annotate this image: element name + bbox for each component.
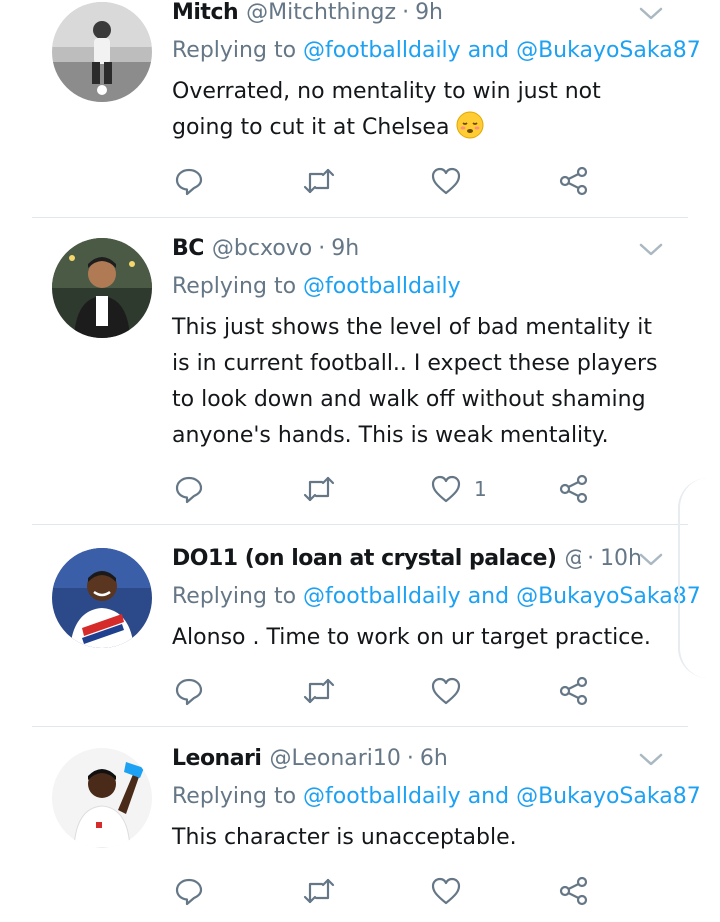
share-button[interactable] <box>558 874 590 908</box>
tweet-divider <box>32 217 688 218</box>
sleepy-face-emoji <box>455 110 485 140</box>
replying-to-line: Replying to @footballdaily and @BukayoSa… <box>172 782 701 812</box>
separator-dot: · <box>318 236 326 261</box>
heart-icon <box>430 676 462 706</box>
retweet-icon <box>302 474 336 504</box>
like-button[interactable] <box>430 674 474 708</box>
timestamp[interactable]: 9h <box>331 234 359 264</box>
mention-joiner[interactable]: and <box>468 784 509 809</box>
timestamp[interactable]: 10h <box>600 544 642 574</box>
heart-icon <box>430 166 462 196</box>
replying-to-label: Replying to <box>172 38 297 63</box>
like-button[interactable] <box>430 164 474 198</box>
display-name[interactable]: BC <box>172 234 204 264</box>
separator-dot: · <box>406 746 414 771</box>
reply-icon <box>174 876 204 906</box>
user-handle[interactable]: @bcxovo <box>212 234 312 264</box>
timestamp[interactable]: 9h <box>415 0 443 28</box>
avatar[interactable] <box>52 548 152 648</box>
heart-icon <box>430 474 462 504</box>
share-button[interactable] <box>558 472 590 506</box>
mention-link[interactable]: @footballdaily <box>303 38 461 63</box>
avatar[interactable] <box>52 748 152 848</box>
retweet-button[interactable] <box>302 674 336 708</box>
replying-to-line: Replying to @footballdaily and @BukayoSa… <box>172 582 701 612</box>
mention-joiner[interactable]: and <box>468 584 509 609</box>
tweet-header: Mitch @Mitchthingz · 9h <box>172 0 642 32</box>
chevron-down-icon[interactable] <box>638 550 664 570</box>
mention-joiner[interactable]: and <box>468 38 509 63</box>
reply-icon <box>174 166 204 196</box>
tweet-divider <box>32 524 688 525</box>
tweet-text-content: This just shows the level of bad mentali… <box>172 315 658 448</box>
retweet-button[interactable] <box>302 164 336 198</box>
like-count: 1 <box>474 477 487 501</box>
tweet-text: Alonso . Time to work on ur target pract… <box>172 620 662 656</box>
tweet-actions <box>0 874 720 908</box>
replying-to-line: Replying to @footballdaily <box>172 272 461 302</box>
tweet-text: Overrated, no mentality to win just not … <box>172 74 662 146</box>
replying-to-label: Replying to <box>172 784 297 809</box>
display-name[interactable]: DO11 (on loan at crystal palace) <box>172 544 557 574</box>
retweet-icon <box>302 676 336 706</box>
retweet-button[interactable] <box>302 874 336 908</box>
replying-to-label: Replying to <box>172 584 297 609</box>
user-handle[interactable]: @Leonari10 <box>269 744 400 774</box>
mention-link[interactable]: @footballdaily <box>303 584 461 609</box>
retweet-icon <box>302 166 336 196</box>
display-name[interactable]: Leonari <box>172 744 262 774</box>
replying-to-label: Replying to <box>172 274 297 299</box>
share-icon <box>558 166 590 196</box>
separator-dot: · <box>402 0 410 25</box>
tweet-text: This just shows the level of bad mentali… <box>172 310 662 454</box>
separator-dot: · <box>587 546 595 571</box>
mention-link[interactable]: @BukayoSaka87 <box>516 38 701 63</box>
mention-link[interactable]: @footballdaily <box>303 274 461 299</box>
avatar[interactable] <box>52 2 152 102</box>
tweet-actions <box>0 674 720 708</box>
tweet-divider <box>32 726 688 727</box>
replying-to-line: Replying to @footballdaily and @BukayoSa… <box>172 36 701 66</box>
reply-icon <box>174 474 204 504</box>
share-button[interactable] <box>558 674 590 708</box>
tweet-actions: 1 <box>0 472 720 506</box>
chevron-down-icon[interactable] <box>638 4 664 24</box>
user-handle[interactable]: @cfc_d... <box>564 544 581 574</box>
mention-link[interactable]: @BukayoSaka87 <box>516 584 701 609</box>
retweet-icon <box>302 876 336 906</box>
chevron-down-icon[interactable] <box>638 240 664 260</box>
tweet-actions <box>0 164 720 198</box>
chevron-down-icon[interactable] <box>638 750 664 770</box>
reply-icon <box>174 676 204 706</box>
mention-link[interactable]: @footballdaily <box>303 784 461 809</box>
like-button[interactable]: 1 <box>430 472 487 506</box>
share-icon <box>558 876 590 906</box>
tweet-text-content: Overrated, no mentality to win just not … <box>172 79 601 140</box>
share-icon <box>558 474 590 504</box>
tweet-header: Leonari @Leonari10 · 6h <box>172 744 642 778</box>
share-button[interactable] <box>558 164 590 198</box>
timestamp[interactable]: 6h <box>420 744 448 774</box>
tweet-text-content: Alonso . Time to work on ur target pract… <box>172 625 651 650</box>
display-name[interactable]: Mitch <box>172 0 239 28</box>
tweet-header: BC @bcxovo · 9h <box>172 234 642 268</box>
reply-button[interactable] <box>174 674 204 708</box>
scroll-edge-indicator[interactable] <box>678 478 718 678</box>
mention-link[interactable]: @BukayoSaka87 <box>516 784 701 809</box>
heart-icon <box>430 876 462 906</box>
tweet-text-content: This character is unacceptable. <box>172 825 517 850</box>
like-button[interactable] <box>430 874 474 908</box>
share-icon <box>558 676 590 706</box>
avatar[interactable] <box>52 238 152 338</box>
reply-button[interactable] <box>174 472 204 506</box>
reply-button[interactable] <box>174 164 204 198</box>
tweet-text: This character is unacceptable. <box>172 820 662 856</box>
reply-button[interactable] <box>174 874 204 908</box>
tweet-header: DO11 (on loan at crystal palace) @cfc_d.… <box>172 544 642 578</box>
retweet-button[interactable] <box>302 472 336 506</box>
user-handle[interactable]: @Mitchthingz <box>246 0 396 28</box>
